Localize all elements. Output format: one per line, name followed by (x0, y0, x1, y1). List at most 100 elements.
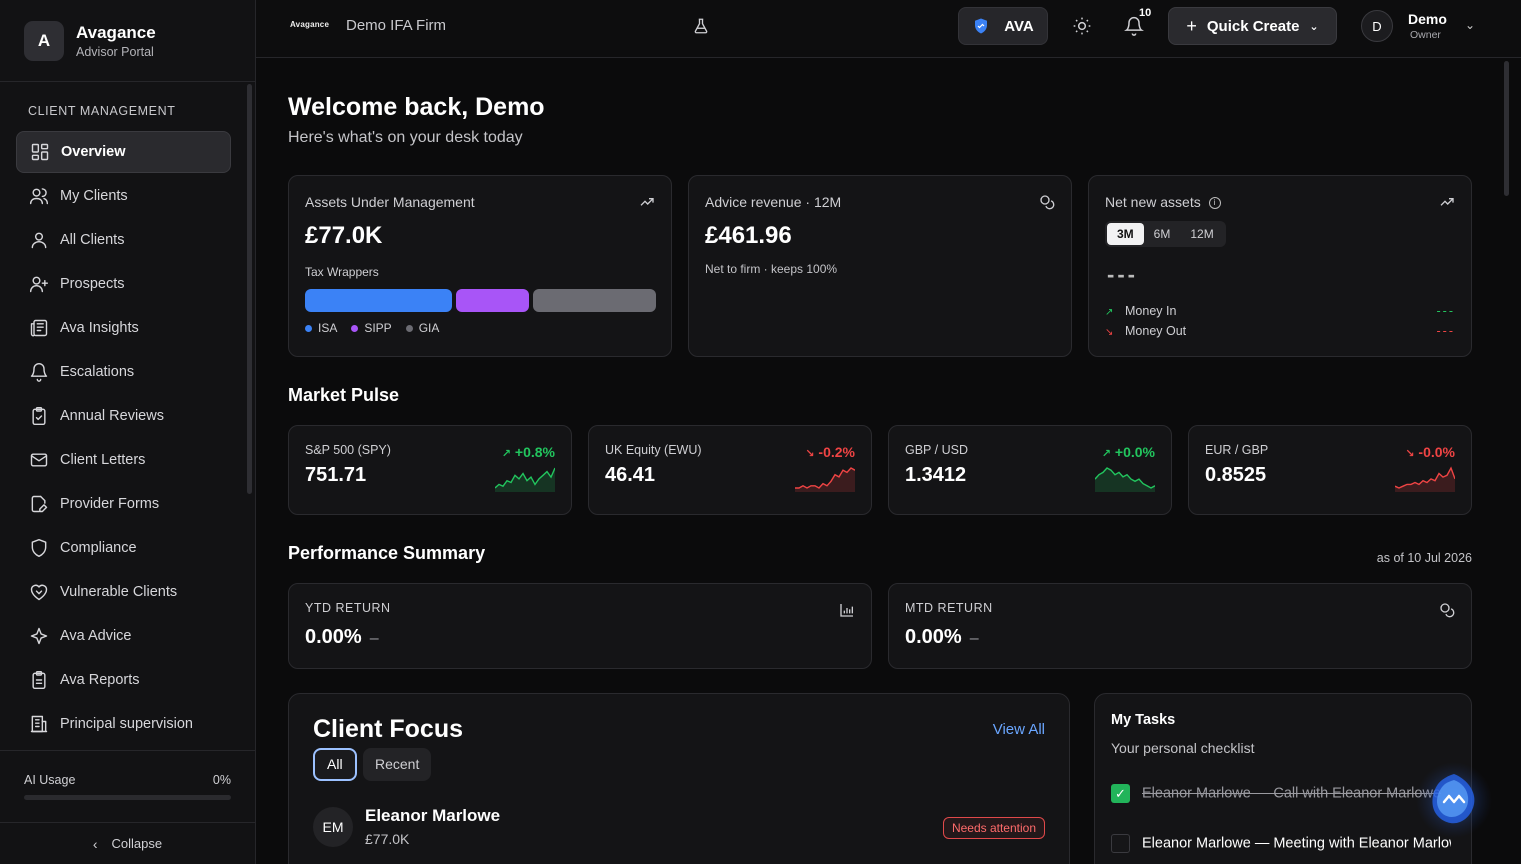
sidebar-item-vulnerable-clients[interactable]: Vulnerable Clients (16, 571, 231, 613)
ticker-name: GBP / USD (905, 443, 968, 457)
task-item[interactable]: ✓ Eleanor Marlowe — Call with Eleanor Mar… (1111, 784, 1451, 803)
period-12m[interactable]: 12M (1180, 223, 1223, 245)
sidebar-item-all-clients[interactable]: All Clients (16, 219, 231, 261)
main-scrollbar[interactable] (1504, 61, 1509, 196)
user-role: Owner (1410, 29, 1441, 41)
wrapper-bar-gia[interactable] (532, 289, 656, 312)
wrapper-bar-isa[interactable] (305, 289, 453, 312)
chevron-down-icon[interactable]: ⌄ (1465, 18, 1475, 32)
sidebar-item-escalations[interactable]: Escalations (16, 351, 231, 393)
revenue-card[interactable]: Advice revenue · 12M £461.96 Net to firm… (688, 175, 1072, 357)
sidebar-item-ava-insights[interactable]: Ava Insights (16, 307, 231, 349)
collapse-button[interactable]: ‹ Collapse (0, 822, 255, 864)
net-new-value: --- (1107, 262, 1138, 287)
ai-usage: AI Usage 0% (0, 750, 255, 822)
mail-icon (30, 453, 48, 467)
market-pulse-title: Market Pulse (288, 385, 400, 405)
filter-recent[interactable]: Recent (363, 748, 432, 781)
bar-chart-icon (840, 604, 853, 617)
money-out-label: Money Out (1125, 324, 1187, 338)
quick-create-button[interactable]: + Quick Create ⌄ (1168, 7, 1337, 45)
sidebar-item-principal-supervision[interactable]: Principal supervision (16, 703, 231, 745)
sparkline (495, 467, 555, 492)
bell-icon[interactable] (1124, 16, 1144, 36)
revenue-note: Net to firm · keeps 100% (705, 262, 838, 276)
ticker-name: S&P 500 (SPY) (305, 443, 391, 457)
sidebar-item-label: Client Letters (60, 452, 146, 468)
user-name[interactable]: Demo (1408, 11, 1447, 27)
sidebar-item-ava-reports[interactable]: Ava Reports (16, 659, 231, 701)
ava-assistant-orb-icon[interactable] (1414, 762, 1494, 842)
flask-icon[interactable] (692, 16, 710, 36)
ticker-change: ↗ +0.8% (501, 444, 555, 460)
nav-section-title: CLIENT MANAGEMENT (28, 104, 176, 118)
sidebar-item-ava-advice[interactable]: Ava Advice (16, 615, 231, 657)
period-3m[interactable]: 3M (1107, 223, 1144, 245)
ticker-name: EUR / GBP (1205, 443, 1269, 457)
sidebar-item-label: Vulnerable Clients (60, 584, 178, 600)
sidebar-item-overview[interactable]: Overview (16, 131, 231, 173)
ticker-card[interactable]: GBP / USD 1.3412 ↗ +0.0% (888, 425, 1172, 515)
info-icon[interactable]: i (1208, 197, 1221, 210)
period-6m[interactable]: 6M (1144, 223, 1181, 245)
sun-icon[interactable] (1072, 16, 1092, 36)
tax-wrappers-label: Tax Wrappers (305, 265, 379, 279)
bell-icon (30, 363, 48, 382)
filter-all[interactable]: All (313, 748, 357, 781)
ai-usage-bar (24, 795, 231, 800)
arrow-down-right-icon: ↘ (1105, 327, 1114, 338)
performance-as-of: as of 10 Jul 2026 (1376, 551, 1472, 565)
sidebar-item-compliance[interactable]: Compliance (16, 527, 231, 569)
sidebar-item-label: Escalations (60, 364, 135, 380)
ticker-card[interactable]: EUR / GBP 0.8525 ↘ -0.0% (1188, 425, 1472, 515)
mtd-return-card[interactable]: MTD RETURN 0.00% – (888, 583, 1472, 669)
money-in-value: --- (1436, 304, 1455, 318)
view-all-link[interactable]: View All (993, 721, 1045, 738)
ticker-card[interactable]: UK Equity (EWU) 46.41 ↘ -0.2% (588, 425, 872, 515)
net-new-assets-card[interactable]: Net new assets i 3M 6M 12M --- ↗ Money In -… (1088, 175, 1472, 357)
tax-wrappers-legend: ISA SIPP GIA (305, 321, 439, 335)
sidebar-item-prospects[interactable]: Prospects (16, 263, 231, 305)
ytd-return-value: 0.00% (305, 626, 362, 648)
money-in-row: ↗ Money In --- (1105, 304, 1455, 318)
aum-card[interactable]: Assets Under Management £77.0K Tax Wrapp… (288, 175, 672, 357)
sparkline (1395, 466, 1455, 492)
tax-wrappers-bar (305, 289, 656, 312)
performance-title: Performance Summary (288, 543, 486, 563)
sidebar-scrollbar[interactable] (247, 84, 252, 494)
client-focus-card: Client Focus View All All Recent EM Elea… (288, 693, 1070, 864)
sidebar-item-label: Annual Reviews (60, 408, 164, 424)
client-name[interactable]: Eleanor Marlowe (365, 806, 500, 826)
legend-dot (351, 325, 359, 332)
firm-logo: Avagance (290, 20, 330, 29)
trending-up-icon (640, 198, 654, 206)
sidebar-item-client-letters[interactable]: Client Letters (16, 439, 231, 481)
ticker-name: UK Equity (EWU) (605, 443, 702, 457)
brand[interactable]: A Avagance Advisor Portal (0, 0, 255, 82)
sidebar-item-provider-forms[interactable]: Provider Forms (16, 483, 231, 525)
sidebar-item-label: All Clients (60, 232, 125, 248)
legend-item-gia: GIA (405, 321, 439, 335)
aum-title: Assets Under Management (305, 194, 475, 210)
revenue-title: Advice revenue · 12M (705, 194, 842, 210)
sidebar-item-my-clients[interactable]: My Clients (16, 175, 231, 217)
sidebar-item-label: Ava Advice (60, 628, 132, 644)
chevron-down-icon: ⌄ (1309, 20, 1319, 33)
task-item[interactable]: Eleanor Marlowe — Meeting with Eleanor M… (1111, 834, 1451, 853)
user-avatar[interactable]: D (1361, 10, 1393, 42)
client-focus-title: Client Focus (313, 715, 464, 743)
sidebar-item-annual-reviews[interactable]: Annual Reviews (16, 395, 231, 437)
ytd-return-card[interactable]: YTD RETURN 0.00% – (288, 583, 872, 669)
task-checkbox[interactable] (1111, 834, 1130, 853)
task-checkbox[interactable]: ✓ (1111, 784, 1130, 803)
mtd-return-trend: – (969, 630, 979, 647)
ticker-value: 751.71 (305, 464, 367, 486)
wrapper-bar-sipp[interactable] (456, 289, 529, 312)
ava-button[interactable]: AVA (958, 7, 1048, 45)
money-out-value: --- (1436, 324, 1455, 338)
user-plus-icon (29, 276, 49, 293)
collapse-label: Collapse (111, 836, 163, 851)
ticker-card[interactable]: S&P 500 (SPY) 751.71 ↗ +0.8% (288, 425, 572, 515)
sidebar-item-label: Principal supervision (60, 716, 193, 732)
aum-value: £77.0K (305, 222, 383, 249)
